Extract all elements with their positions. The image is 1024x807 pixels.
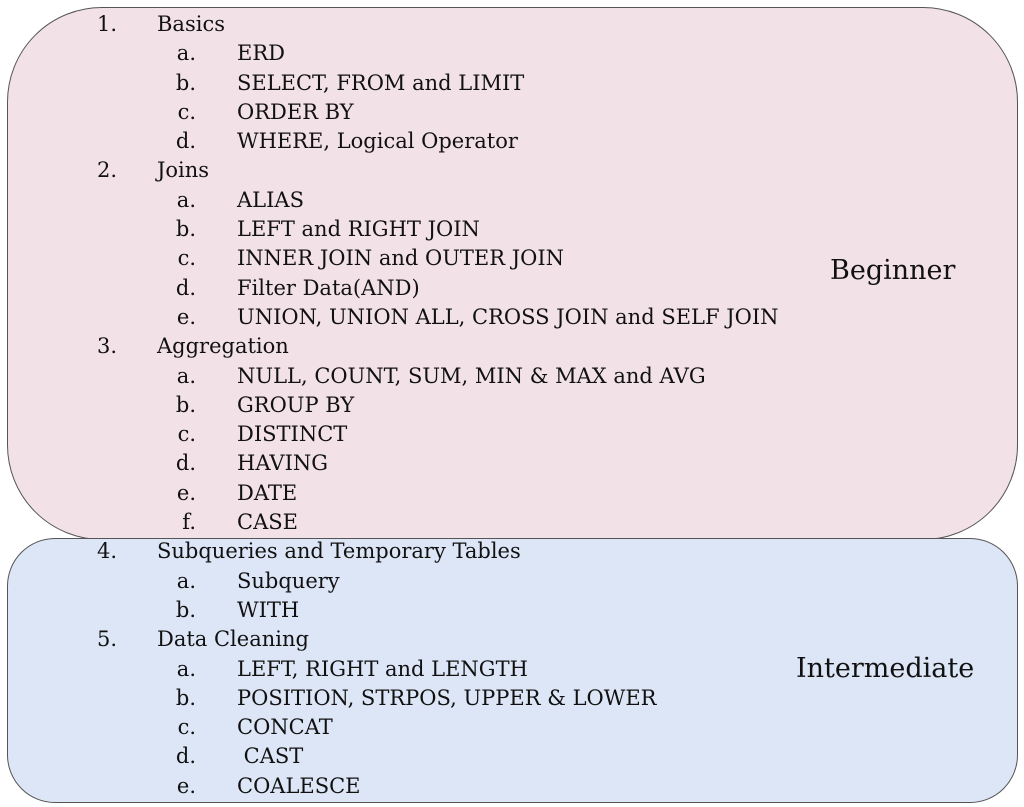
list-marker: e. <box>176 773 196 798</box>
topic-item: b. SELECT, FROM and LIMIT <box>0 69 1024 98</box>
topic-item: d. WHERE, Logical Operator <box>0 127 1024 156</box>
section-heading: 4. Subqueries and Temporary Tables <box>0 537 1024 566</box>
list-text: Subquery <box>237 568 340 593</box>
topic-item: b. GROUP BY <box>0 391 1024 420</box>
list-text: SELECT, FROM and LIMIT <box>237 70 525 95</box>
list-marker: c. <box>177 246 196 271</box>
list-text: LEFT and RIGHT JOIN <box>237 217 480 242</box>
topic-item: c. ORDER BY <box>0 98 1024 127</box>
list-marker: 4. <box>96 539 117 564</box>
list-text: NULL, COUNT, SUM, MIN & MAX and AVG <box>237 363 706 388</box>
list-text: CAST <box>237 744 304 769</box>
list-marker: d. <box>175 451 196 476</box>
list-text: INNER JOIN and OUTER JOIN <box>237 246 565 271</box>
list-text: Basics <box>157 12 225 36</box>
section-heading: 1. Basics <box>0 10 1024 39</box>
list-text: DISTINCT <box>237 422 348 447</box>
topic-item: a. NULL, COUNT, SUM, MIN & MAX and AVG <box>0 362 1024 391</box>
topic-item: d. CAST <box>0 742 1024 771</box>
topic-item: f. CASE <box>0 508 1024 537</box>
list-marker: 3. <box>96 334 117 359</box>
topic-item: a. Subquery <box>0 567 1024 596</box>
list-marker: b. <box>175 217 196 242</box>
list-marker: 5. <box>96 627 117 652</box>
list-text: ORDER BY <box>237 99 354 124</box>
list-marker: d. <box>175 275 196 300</box>
list-marker: a. <box>176 656 196 681</box>
topic-item: d. Filter Data(AND) <box>0 274 1024 303</box>
list-text: WHERE, Logical Operator <box>237 129 518 154</box>
topic-item: d. HAVING <box>0 449 1024 478</box>
list-marker: e. <box>176 480 196 505</box>
list-text: Aggregation <box>157 334 289 359</box>
list-text: ALIAS <box>237 187 304 212</box>
list-marker: b. <box>175 70 196 95</box>
list-marker: a. <box>176 363 196 388</box>
topic-item: a. ERD <box>0 39 1024 68</box>
list-text: Data Cleaning <box>157 627 309 652</box>
list-text: Subqueries and Temporary Tables <box>157 539 521 564</box>
topic-item: e. DATE <box>0 479 1024 508</box>
topic-item: b. LEFT and RIGHT JOIN <box>0 215 1024 244</box>
topic-item: b. WITH <box>0 596 1024 625</box>
list-marker: f. <box>182 510 196 535</box>
topic-item: e. COALESCE <box>0 772 1024 801</box>
list-marker: b. <box>175 685 196 710</box>
list-marker: c. <box>177 99 196 124</box>
list-marker: c. <box>177 715 196 740</box>
topic-item: c. INNER JOIN and OUTER JOIN <box>0 244 1024 273</box>
list-marker: a. <box>176 41 196 66</box>
list-marker: d. <box>175 129 196 154</box>
list-text: Filter Data(AND) <box>237 275 420 300</box>
section-heading: 2. Joins <box>0 156 1024 185</box>
list-marker: a. <box>176 568 196 593</box>
list-text: HAVING <box>237 451 329 476</box>
list-marker: c. <box>177 422 196 447</box>
list-marker: 1. <box>96 12 117 36</box>
list-text: DATE <box>237 480 298 505</box>
list-text: POSITION, STRPOS, UPPER & LOWER <box>237 685 657 710</box>
list-marker: e. <box>176 304 196 329</box>
topic-item: a. LEFT, RIGHT and LENGTH <box>0 655 1024 684</box>
list-text: Joins <box>157 158 210 183</box>
section-heading: 5. Data Cleaning <box>0 625 1024 654</box>
list-text: LEFT, RIGHT and LENGTH <box>237 656 528 681</box>
list-marker: d. <box>175 744 196 769</box>
list-text: UNION, UNION ALL, CROSS JOIN and SELF JO… <box>237 304 779 329</box>
list-marker: b. <box>175 597 196 622</box>
list-text: COALESCE <box>237 773 361 798</box>
list-marker: a. <box>176 187 196 212</box>
topic-item: c. CONCAT <box>0 713 1024 742</box>
section-heading: 3. Aggregation <box>0 332 1024 361</box>
list-text: CONCAT <box>237 715 333 740</box>
topic-item: a. ALIAS <box>0 186 1024 215</box>
list-text: WITH <box>237 597 300 622</box>
topic-item: c. DISTINCT <box>0 420 1024 449</box>
list-marker: 2. <box>96 158 117 183</box>
sql-topic-outline: 1. Basics a. ERD b. SELECT, FROM and LIMIT c. O… <box>0 10 1024 801</box>
list-text: ERD <box>237 41 285 66</box>
list-marker: b. <box>175 392 196 417</box>
list-text: GROUP BY <box>237 392 355 417</box>
list-text: CASE <box>237 510 298 535</box>
topic-item: e. UNION, UNION ALL, CROSS JOIN and SELF … <box>0 303 1024 332</box>
topic-item: b. POSITION, STRPOS, UPPER & LOWER <box>0 684 1024 713</box>
